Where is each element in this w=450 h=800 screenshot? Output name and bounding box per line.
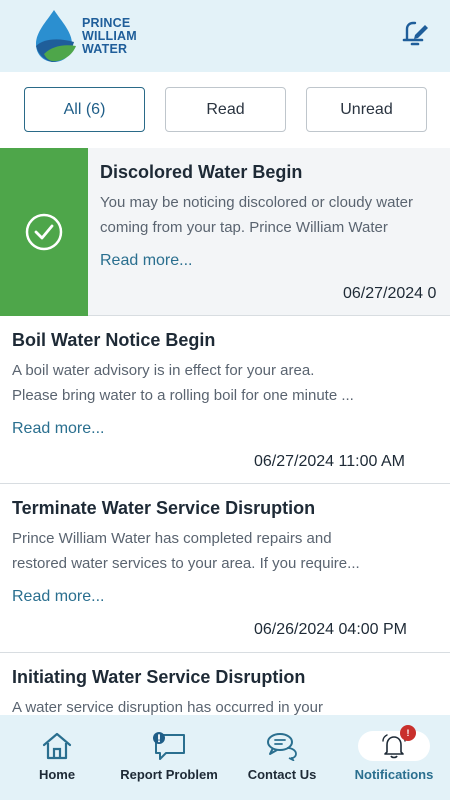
notification-body: Prince William Water has completed repai… bbox=[12, 526, 442, 576]
notification-count-badge: ! bbox=[400, 725, 416, 741]
app-header: PRINCE WILLIAM WATER bbox=[0, 0, 450, 72]
mark-read-swipe-action[interactable] bbox=[0, 148, 88, 316]
edit-notifications-button[interactable] bbox=[400, 18, 430, 48]
bottom-navigation: Home Report Problem Contact Us ! Notific… bbox=[0, 715, 450, 800]
brand-line-2: WILLIAM bbox=[82, 28, 137, 43]
notification-body-line: restored water services to your area. If… bbox=[12, 555, 360, 572]
notification-title: Boil Water Notice Begin bbox=[12, 330, 216, 350]
nav-home-tab[interactable]: Home bbox=[22, 715, 92, 800]
notification-body: A boil water advisory is in effect for y… bbox=[12, 358, 442, 408]
notification-card[interactable]: Initiating Water Service Disruption A wa… bbox=[0, 653, 450, 715]
notification-body-line: coming from your tap. Prince William Wat… bbox=[100, 219, 388, 236]
notification-body-line: A boil water advisory is in effect for y… bbox=[12, 362, 315, 379]
brand-line-3: WATER bbox=[82, 41, 128, 56]
nav-contact-us-label: Contact Us bbox=[247, 767, 317, 782]
notification-list: Discolored Water Begin You may be notici… bbox=[0, 148, 450, 715]
notification-body: You may be noticing discolored or cloudy… bbox=[100, 190, 450, 240]
edit-pen-icon bbox=[402, 21, 428, 46]
check-circle-icon bbox=[25, 213, 63, 251]
read-more-link[interactable]: Read more... bbox=[12, 420, 104, 438]
notification-card[interactable]: Boil Water Notice Begin A boil water adv… bbox=[0, 316, 450, 484]
read-more-link[interactable]: Read more... bbox=[100, 252, 192, 270]
notification-body-line: You may be noticing discolored or cloudy… bbox=[100, 194, 413, 211]
filter-bar: All (6) Read Unread bbox=[0, 72, 450, 148]
nav-contact-us-tab[interactable]: Contact Us bbox=[240, 715, 324, 800]
notification-card[interactable]: Terminate Water Service Disruption Princ… bbox=[0, 484, 450, 653]
chat-bubbles-icon bbox=[267, 733, 297, 761]
home-icon bbox=[42, 732, 72, 760]
notification-card[interactable]: Discolored Water Begin You may be notici… bbox=[0, 148, 450, 316]
filter-unread-tab[interactable]: Unread bbox=[306, 87, 427, 132]
notification-body: A water service disruption has occurred … bbox=[12, 695, 442, 715]
brand-name: PRINCE WILLIAM WATER bbox=[82, 15, 137, 56]
notification-title: Terminate Water Service Disruption bbox=[12, 498, 316, 518]
water-drop-logo-icon bbox=[36, 10, 76, 62]
nav-home-label: Home bbox=[38, 767, 76, 782]
notification-body-line: Please bring water to a rolling boil for… bbox=[12, 387, 354, 404]
notification-timestamp: 06/27/2024 11:00 AM bbox=[254, 453, 405, 470]
notification-body-line: Prince William Water has completed repai… bbox=[12, 530, 332, 547]
notification-title: Discolored Water Begin bbox=[100, 162, 303, 182]
notification-timestamp: 06/27/2024 0 bbox=[343, 285, 437, 302]
nav-notifications-label: Notifications bbox=[354, 767, 434, 782]
notification-timestamp: 06/26/2024 04:00 PM bbox=[254, 621, 408, 638]
read-more-link[interactable]: Read more... bbox=[12, 588, 104, 606]
report-problem-icon bbox=[153, 732, 185, 760]
filter-read-tab[interactable]: Read bbox=[165, 87, 286, 132]
filter-all-tab[interactable]: All (6) bbox=[24, 87, 145, 132]
notification-title: Initiating Water Service Disruption bbox=[12, 667, 306, 687]
notifications-active-indicator: ! bbox=[358, 725, 430, 761]
nav-report-problem-tab[interactable]: Report Problem bbox=[110, 715, 228, 800]
brand-logo: PRINCE WILLIAM WATER bbox=[30, 8, 137, 64]
notification-body-line: A water service disruption has occurred … bbox=[12, 699, 323, 715]
nav-report-problem-label: Report Problem bbox=[120, 767, 218, 782]
brand-line-1: PRINCE bbox=[82, 15, 131, 30]
nav-notifications-tab[interactable]: ! Notifications bbox=[344, 715, 444, 800]
